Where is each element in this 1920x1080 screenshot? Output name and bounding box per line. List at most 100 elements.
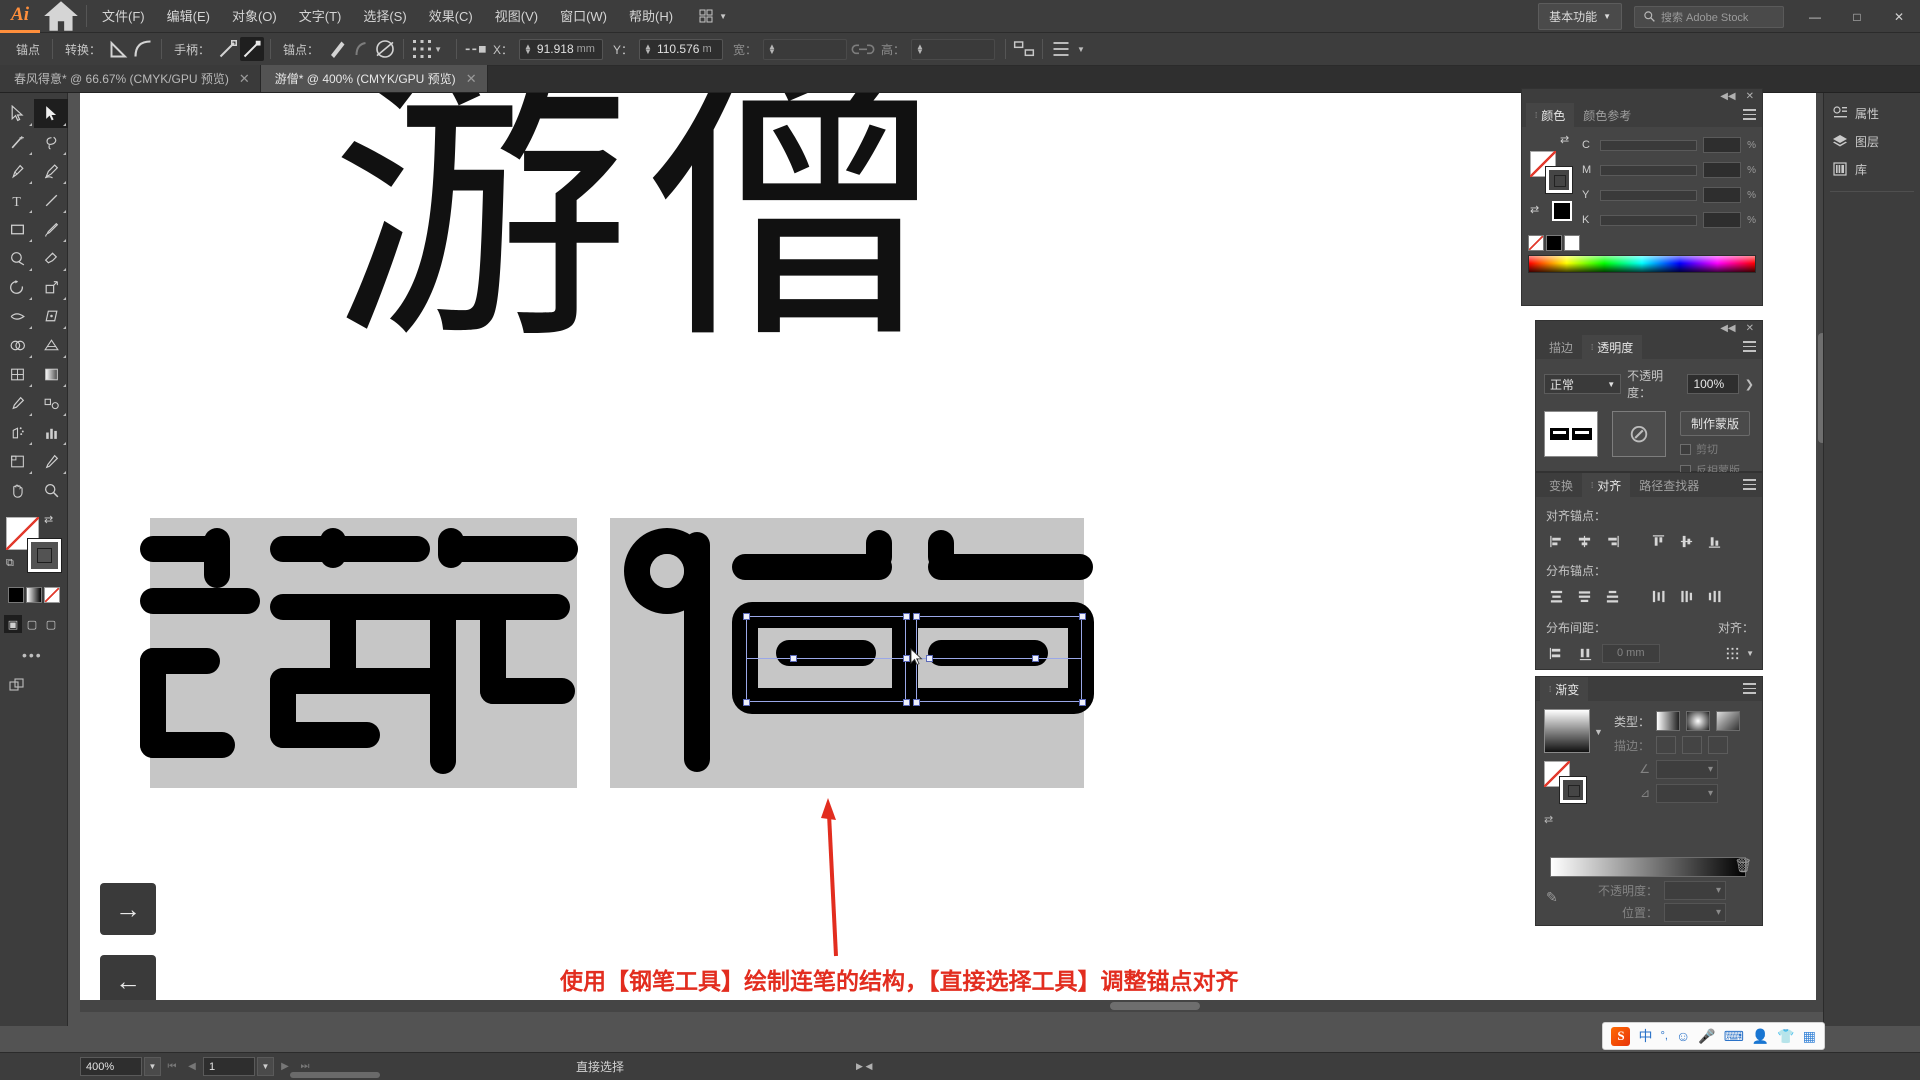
more-options-icon[interactable] bbox=[1049, 37, 1073, 61]
next-step-button[interactable]: → bbox=[100, 883, 156, 935]
panel-menu-icon[interactable] bbox=[1743, 109, 1756, 123]
tab-gradient[interactable]: ⁞ 渐变 bbox=[1540, 677, 1589, 701]
symbol-sprayer-tool[interactable] bbox=[0, 418, 34, 447]
y-coordinate-field[interactable]: ▲ ▼ 110.576 m bbox=[639, 38, 724, 60]
none-swatch[interactable] bbox=[1528, 235, 1544, 251]
cyan-slider[interactable] bbox=[1600, 139, 1698, 151]
distribute-center-h-icon[interactable] bbox=[1674, 585, 1698, 607]
adobe-stock-search[interactable]: 搜索 Adobe Stock bbox=[1634, 5, 1784, 28]
anchor-point[interactable] bbox=[903, 655, 910, 662]
opacity-field[interactable]: 100% bbox=[1687, 374, 1739, 394]
transform-reference-icon[interactable] bbox=[463, 37, 487, 61]
clip-checkbox[interactable] bbox=[1680, 443, 1691, 455]
dock-item-libraries[interactable]: 库 bbox=[1824, 155, 1920, 183]
align-center-h-icon[interactable] bbox=[1572, 530, 1596, 552]
stroke-gradient-across-icon[interactable] bbox=[1708, 736, 1728, 754]
next-artboard-icon[interactable]: ▶ bbox=[276, 1061, 294, 1072]
menu-grid-dropdown[interactable]: ▼ bbox=[698, 8, 727, 24]
slice-tool[interactable] bbox=[34, 447, 68, 476]
workspace-switcher[interactable]: 基本功能 ▼ bbox=[1538, 3, 1622, 30]
close-icon[interactable]: ✕ bbox=[1746, 91, 1754, 102]
radial-gradient-type-icon[interactable] bbox=[1686, 711, 1710, 731]
panel-menu-icon[interactable] bbox=[1743, 479, 1756, 493]
collapse-icon[interactable]: ◀◀ bbox=[1720, 323, 1735, 334]
menu-view[interactable]: 视图(V) bbox=[484, 0, 549, 33]
chevron-down-icon[interactable]: ▼ bbox=[1594, 727, 1603, 737]
distribute-right-icon[interactable] bbox=[1702, 585, 1726, 607]
selection-tool[interactable] bbox=[0, 99, 34, 128]
align-center-v-icon[interactable] bbox=[1674, 530, 1698, 552]
distribute-icon[interactable] bbox=[1012, 37, 1036, 61]
magic-wand-tool[interactable] bbox=[0, 128, 34, 157]
ime-language-mode[interactable]: 中 bbox=[1638, 1026, 1652, 1046]
vertical-distribute-space-icon[interactable] bbox=[1544, 642, 1568, 664]
menu-select[interactable]: 选择(S) bbox=[352, 0, 417, 33]
last-artboard-icon[interactable]: ⏭ bbox=[296, 1061, 314, 1072]
x-coordinate-field[interactable]: ▲ ▼ 91.918 mm bbox=[519, 38, 603, 60]
tab-align[interactable]: ⁞ 对齐 bbox=[1582, 473, 1631, 497]
gradient-angle-field[interactable]: ▾ bbox=[1656, 759, 1718, 779]
width-tool[interactable] bbox=[0, 302, 34, 331]
emoji-icon[interactable]: ☺ bbox=[1676, 1028, 1690, 1044]
prev-artboard-icon[interactable]: ◀ bbox=[183, 1061, 201, 1072]
fullscreen-mode-icon[interactable]: ▢ bbox=[42, 615, 60, 633]
cyan-value[interactable] bbox=[1703, 137, 1742, 153]
make-mask-button[interactable]: 制作蒙版 bbox=[1680, 411, 1751, 436]
swap-fill-stroke-icon[interactable]: ⇄ bbox=[1560, 133, 1569, 146]
gradient-location-field[interactable]: ▾ bbox=[1664, 902, 1726, 922]
stepper-icon[interactable]: ▲ ▼ bbox=[524, 43, 532, 56]
eraser-tool[interactable] bbox=[34, 244, 68, 273]
maximize-button[interactable]: □ bbox=[1836, 0, 1878, 33]
color-stroke-swatch[interactable] bbox=[1545, 166, 1573, 194]
type-tool[interactable]: T bbox=[0, 186, 34, 215]
fullscreen-menubar-mode-icon[interactable]: ▢ bbox=[23, 615, 41, 633]
gradient-mode-button[interactable] bbox=[26, 587, 42, 603]
menu-type[interactable]: 文字(T) bbox=[288, 0, 353, 33]
tab-pathfinder[interactable]: 路径查找器 bbox=[1630, 473, 1708, 497]
curvature-tool[interactable] bbox=[34, 157, 68, 186]
distribute-bottom-icon[interactable] bbox=[1600, 585, 1624, 607]
artboard-left[interactable] bbox=[140, 518, 578, 788]
linear-gradient-type-icon[interactable] bbox=[1656, 711, 1680, 731]
pen-tool[interactable] bbox=[0, 157, 34, 186]
clip-checkbox-row[interactable]: 剪切 bbox=[1680, 441, 1750, 457]
black-slider[interactable] bbox=[1600, 214, 1698, 226]
collapse-icon[interactable]: ◀◀ bbox=[1720, 91, 1735, 102]
status-scroll-indicator[interactable] bbox=[290, 1072, 380, 1078]
paintbrush-tool[interactable] bbox=[34, 215, 68, 244]
panel-menu-icon[interactable] bbox=[1743, 341, 1756, 355]
anchor-connect-icon[interactable] bbox=[349, 37, 373, 61]
direct-selection-tool[interactable] bbox=[34, 99, 68, 128]
color-mode-button[interactable] bbox=[8, 587, 24, 603]
stepper-icon[interactable]: ▲ ▼ bbox=[644, 43, 652, 56]
handle-hide-icon[interactable] bbox=[240, 37, 265, 61]
rectangle-tool[interactable] bbox=[0, 215, 34, 244]
anchor-point[interactable] bbox=[1079, 699, 1086, 706]
zoom-level-field[interactable]: 400% bbox=[80, 1057, 142, 1076]
gradient-opacity-field[interactable]: ▾ bbox=[1664, 880, 1726, 900]
menu-edit[interactable]: 编辑(E) bbox=[156, 0, 221, 33]
panel-menu-icon[interactable] bbox=[1743, 683, 1756, 697]
align-bottom-icon[interactable] bbox=[1702, 530, 1726, 552]
distribute-top-icon[interactable] bbox=[1544, 585, 1568, 607]
freeform-gradient-type-icon[interactable] bbox=[1716, 711, 1740, 731]
menu-window[interactable]: 窗口(W) bbox=[549, 0, 618, 33]
convert-corner-icon[interactable] bbox=[107, 37, 131, 61]
sogou-logo-icon[interactable]: S bbox=[1611, 1026, 1631, 1046]
scale-tool[interactable] bbox=[34, 273, 68, 302]
tab-color[interactable]: ⁞ 颜色 bbox=[1526, 103, 1575, 127]
gradient-slider-bar[interactable] bbox=[1550, 857, 1746, 877]
anchor-point[interactable] bbox=[913, 613, 920, 620]
line-segment-tool[interactable] bbox=[34, 186, 68, 215]
artboard-right[interactable] bbox=[610, 518, 1094, 788]
microphone-icon[interactable]: 🎤 bbox=[1698, 1028, 1715, 1045]
rotate-tool[interactable] bbox=[0, 273, 34, 302]
gradient-stroke-swatch[interactable] bbox=[1559, 776, 1587, 804]
canvas-vertical-scrollbar[interactable] bbox=[1816, 93, 1823, 1012]
close-button[interactable]: ✕ bbox=[1878, 0, 1920, 33]
yellow-value[interactable] bbox=[1703, 187, 1742, 203]
magenta-slider[interactable] bbox=[1600, 164, 1698, 176]
gradient-preview-swatch[interactable] bbox=[1544, 709, 1590, 753]
artboard-tool[interactable] bbox=[0, 447, 34, 476]
magenta-value[interactable] bbox=[1703, 162, 1742, 178]
